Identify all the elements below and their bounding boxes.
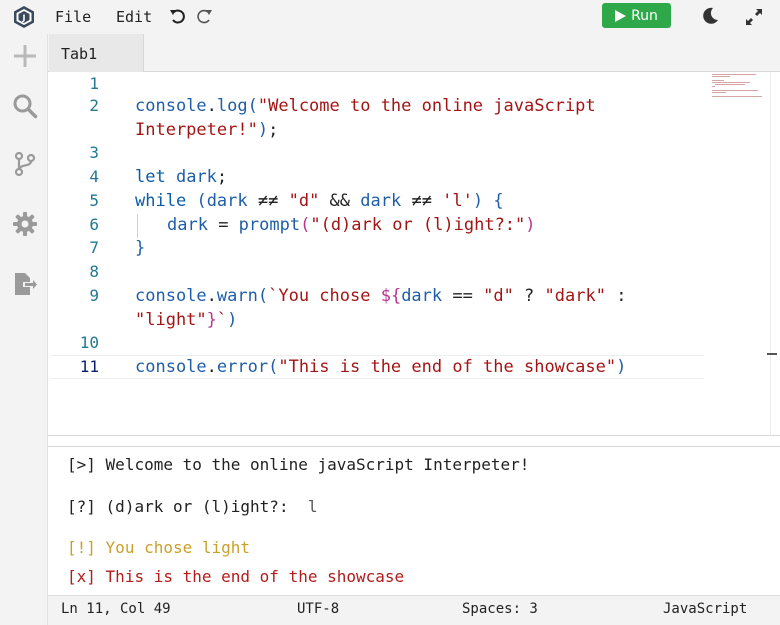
source-control-icon[interactable] bbox=[12, 151, 38, 177]
code-line: } bbox=[135, 238, 146, 258]
tab-tab1[interactable]: Tab1 bbox=[49, 34, 144, 72]
line-number-active: 11 bbox=[79, 357, 99, 376]
activity-bar bbox=[0, 34, 48, 625]
code-line: while (dark ≠≠ "d" && dark ≠≠ 'l') { bbox=[135, 191, 504, 211]
line-number: 7 bbox=[89, 238, 99, 257]
line-number: 2 bbox=[89, 96, 99, 115]
editor-scrollbar[interactable] bbox=[770, 72, 780, 435]
gear-icon[interactable] bbox=[12, 211, 38, 237]
js-logo-icon: J bbox=[14, 6, 34, 28]
minimap[interactable] bbox=[710, 72, 770, 112]
search-icon[interactable] bbox=[12, 93, 38, 119]
tab-bar: Tab1 bbox=[48, 34, 780, 72]
console-prompt-input[interactable]: l bbox=[308, 497, 318, 516]
export-icon[interactable] bbox=[12, 271, 38, 297]
redo-icon[interactable] bbox=[195, 8, 213, 26]
cursor-position[interactable]: Ln 11, Col 49 bbox=[61, 601, 171, 617]
menu-file[interactable]: File bbox=[55, 8, 91, 26]
code-line: console.log("Welcome to the online javaS… bbox=[135, 96, 596, 116]
top-menu-bar: J File Edit Run bbox=[0, 0, 780, 34]
svg-text:J: J bbox=[22, 14, 26, 23]
console-prompt-line: [?] (d)ark or (l)ight?: l bbox=[67, 497, 318, 516]
language-indicator[interactable]: JavaScript bbox=[663, 601, 747, 617]
line-number: 4 bbox=[89, 167, 99, 186]
code-line: console.error("This is the end of the sh… bbox=[135, 357, 627, 377]
line-number: 1 bbox=[89, 74, 99, 93]
line-number: 6 bbox=[89, 215, 99, 234]
play-icon bbox=[615, 9, 627, 22]
code-editor[interactable]: 1 2 3 4 5 6 7 8 9 10 11 console.log("Wel… bbox=[48, 72, 780, 436]
code-line: dark = prompt("(d)ark or (l)ight?:") bbox=[167, 215, 536, 235]
line-number: 8 bbox=[89, 262, 99, 281]
console-warn-line: [!] You chose light bbox=[67, 538, 251, 557]
console-log-line: [>] Welcome to the online javaScript Int… bbox=[67, 455, 530, 474]
code-line-wrap: "light"}`) bbox=[135, 310, 238, 330]
code-line: console.warn(`You chose ${dark == "d" ? … bbox=[135, 286, 627, 306]
line-number-gutter: 1 2 3 4 5 6 7 8 9 10 11 bbox=[48, 72, 112, 435]
encoding-indicator[interactable]: UTF-8 bbox=[297, 601, 339, 617]
line-number: 5 bbox=[89, 191, 99, 210]
line-number: 3 bbox=[89, 143, 99, 162]
moon-icon[interactable] bbox=[700, 6, 720, 26]
line-number: 9 bbox=[89, 286, 99, 305]
status-bar: Ln 11, Col 49 UTF-8 Spaces: 3 JavaScript bbox=[48, 595, 780, 625]
plus-icon[interactable] bbox=[12, 43, 38, 69]
scrollbar-thumb[interactable] bbox=[767, 353, 777, 355]
run-button[interactable]: Run bbox=[602, 3, 671, 28]
code-line-wrap: Interpeter!"); bbox=[135, 120, 279, 140]
menu-edit[interactable]: Edit bbox=[116, 8, 152, 26]
console-output: [>] Welcome to the online javaScript Int… bbox=[48, 446, 780, 595]
code-line: let dark; bbox=[135, 167, 228, 187]
line-number: 10 bbox=[79, 333, 99, 352]
indentation-indicator[interactable]: Spaces: 3 bbox=[462, 601, 538, 617]
run-button-label: Run bbox=[631, 7, 658, 24]
code-area[interactable]: console.log("Welcome to the online javaS… bbox=[135, 72, 705, 435]
console-error-line: [x] This is the end of the showcase bbox=[67, 567, 405, 586]
expand-icon[interactable] bbox=[745, 8, 763, 26]
undo-icon[interactable] bbox=[169, 8, 187, 26]
